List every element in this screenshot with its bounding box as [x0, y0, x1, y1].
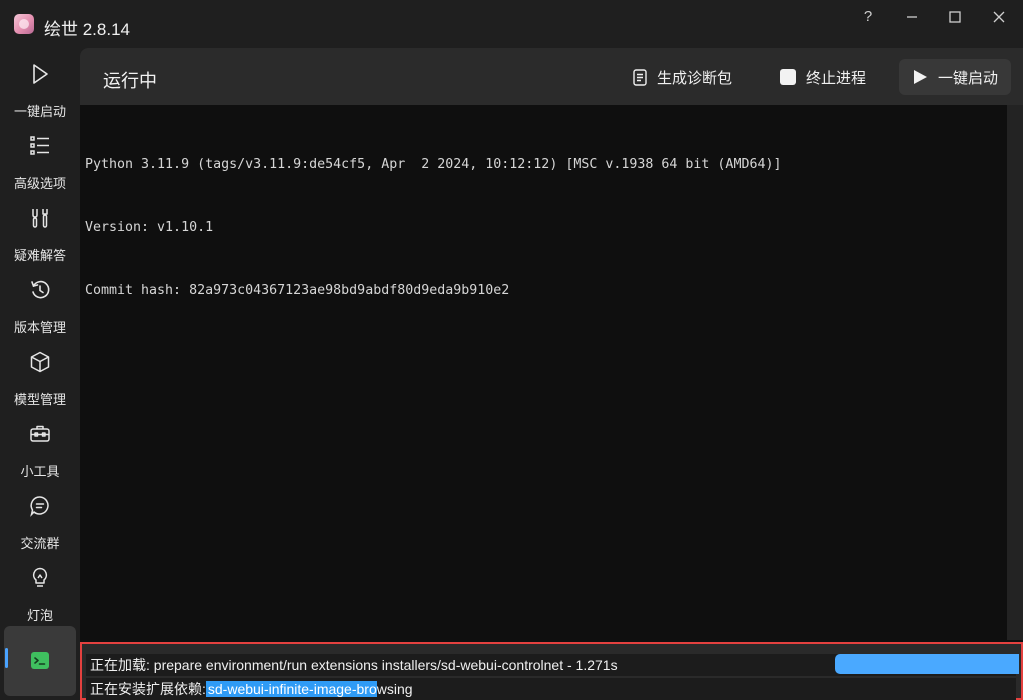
minimize-button[interactable]	[892, 6, 932, 28]
sidebar-item-label: 版本管理	[13, 320, 66, 335]
loading-progress-bar	[835, 654, 1019, 674]
title-bar: 绘世 2.8.14 ?	[0, 0, 1023, 48]
sidebar-item-console[interactable]	[4, 626, 76, 696]
history-icon	[31, 280, 50, 299]
console-output: Python 3.11.9 (tags/v3.11.9:de54cf5, Apr…	[85, 112, 1005, 343]
lightbulb-icon	[32, 567, 48, 587]
minimize-icon	[907, 16, 917, 18]
sidebar: 一键启动 高级选项 疑难解答 版本管理 模型管理 小工具 交流群 灯泡	[0, 48, 80, 700]
sidebar-item-label: 模型管理	[13, 392, 66, 407]
sidebar-item-launch[interactable]: 一键启动	[4, 57, 76, 127]
install-prefix: 正在安装扩展依赖:	[90, 681, 206, 697]
terminate-process-button[interactable]: 终止进程	[780, 59, 866, 95]
sidebar-item-label: 小工具	[20, 464, 60, 479]
cube-icon	[30, 351, 50, 373]
sidebar-item-label: 灯泡	[26, 608, 53, 623]
list-settings-icon	[30, 136, 49, 155]
maximize-icon	[949, 11, 961, 23]
sidebar-item-models[interactable]: 模型管理	[4, 345, 76, 415]
document-icon	[633, 68, 647, 86]
app-logo-icon	[14, 14, 34, 34]
console-line: Commit hash: 82a973c04367123ae98bd9abdf8…	[85, 283, 510, 298]
stop-checkbox-icon	[780, 69, 796, 85]
install-highlight: sd-webui-infinite-image-bro	[205, 681, 377, 697]
install-rest: wsing	[376, 681, 413, 697]
sidebar-item-tools[interactable]: 小工具	[4, 417, 76, 487]
diagnostics-label: 生成诊断包	[657, 69, 733, 87]
close-icon	[993, 11, 1005, 23]
sidebar-item-label: 疑难解答	[13, 248, 66, 263]
launch-button[interactable]: 一键启动	[899, 59, 1011, 95]
sidebar-item-lightbulb[interactable]: 灯泡	[4, 561, 76, 631]
sidebar-item-community[interactable]: 交流群	[4, 489, 76, 559]
help-button[interactable]: ?	[848, 6, 888, 28]
loading-status: 正在加载: prepare environment/run extensions…	[90, 657, 618, 673]
sidebar-item-label: 一键启动	[13, 104, 66, 119]
sidebar-item-versions[interactable]: 版本管理	[4, 273, 76, 343]
console-line: Python 3.11.9 (tags/v3.11.9:de54cf5, Apr…	[85, 157, 782, 172]
play-filled-icon	[914, 70, 927, 84]
sidebar-item-label: 高级选项	[13, 176, 66, 191]
toolbox-icon	[30, 425, 50, 442]
console-scrollbar[interactable]	[1007, 105, 1023, 640]
app-title: 绘世 2.8.14	[44, 20, 130, 39]
generate-diagnostics-button[interactable]: 生成诊断包	[633, 59, 732, 95]
close-button[interactable]	[979, 6, 1019, 28]
install-status: 正在安装扩展依赖: sd-webui-infinite-image-bro ws…	[90, 678, 413, 700]
page-title: 运行中	[103, 71, 157, 91]
main-panel: 运行中 生成诊断包 终止进程 一键启动 Python 3.11.9 (tags/…	[80, 48, 1023, 700]
chat-icon	[30, 496, 49, 517]
sidebar-item-troubleshoot[interactable]: 疑难解答	[4, 201, 76, 271]
maximize-button[interactable]	[935, 6, 975, 28]
status-panel: 正在加载: prepare environment/run extensions…	[80, 642, 1023, 700]
sidebar-item-advanced[interactable]: 高级选项	[4, 129, 76, 199]
header-bar: 运行中 生成诊断包 终止进程 一键启动	[80, 48, 1023, 105]
sidebar-item-label: 交流群	[20, 536, 60, 551]
console-icon	[31, 652, 49, 669]
tools-icon	[32, 209, 48, 228]
stop-label: 终止进程	[806, 69, 867, 87]
active-indicator	[5, 648, 8, 668]
launch-label: 一键启动	[938, 69, 999, 87]
play-icon	[33, 64, 48, 84]
console-line: Version: v1.10.1	[85, 220, 214, 235]
